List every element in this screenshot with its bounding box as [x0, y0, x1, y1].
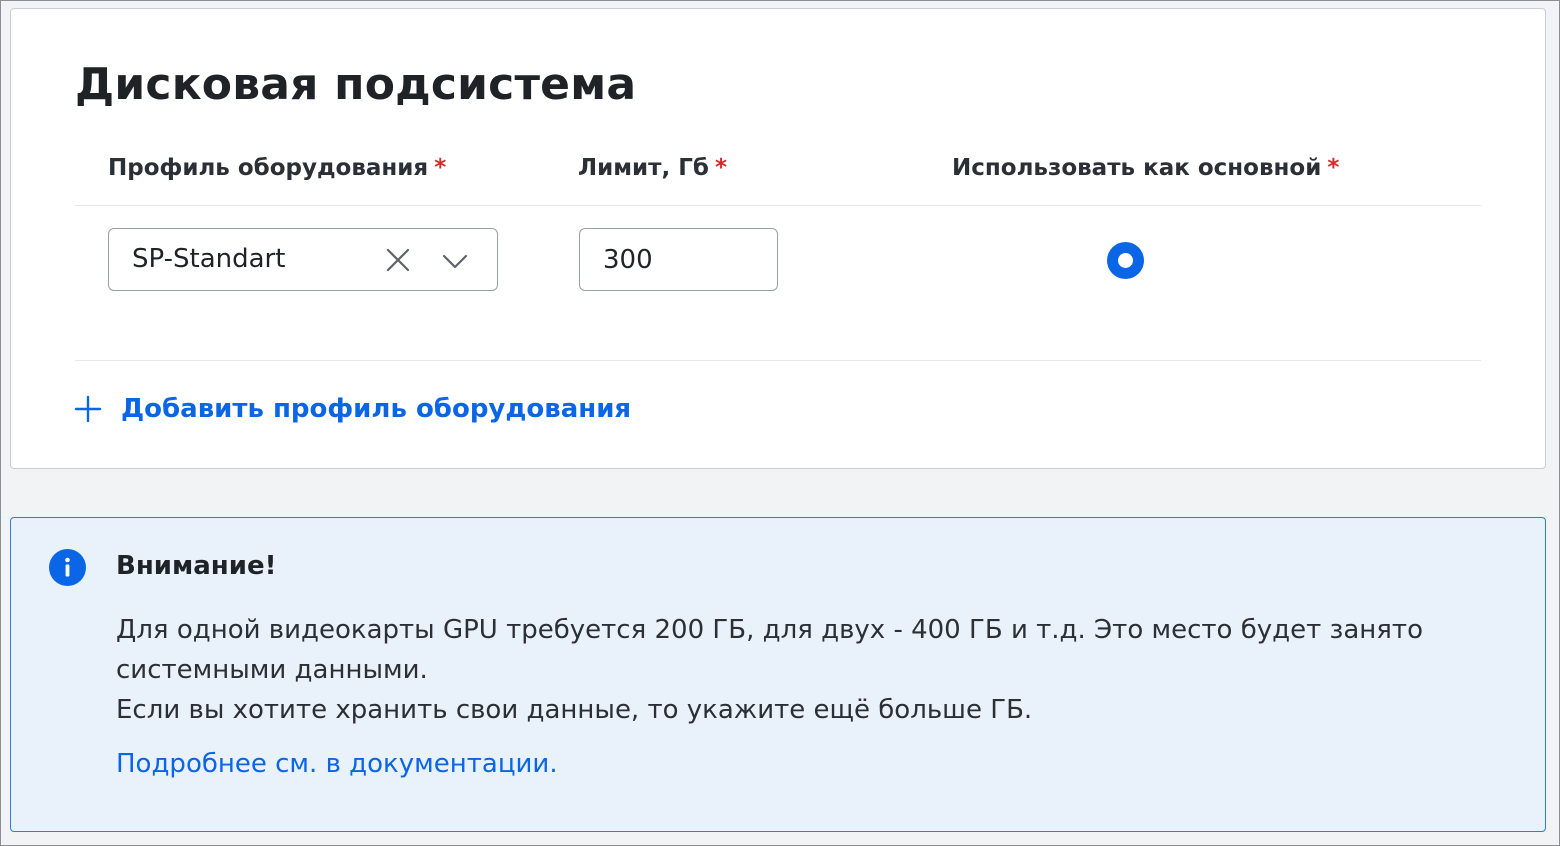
alert-title: Внимание! — [116, 551, 277, 581]
alert-text-line: Для одной видеокарты GPU требуется 200 Г… — [116, 615, 1423, 645]
chevron-down-icon[interactable] — [441, 247, 469, 275]
header-divider — [75, 205, 1481, 206]
section-title: Дисковая подсистема — [75, 59, 637, 110]
add-profile-button[interactable]: Добавить профиль оборудования — [73, 389, 631, 429]
radio-selected-dot — [1118, 253, 1133, 268]
limit-input[interactable] — [580, 229, 777, 290]
documentation-link[interactable]: Подробнее см. в документации. — [116, 749, 558, 779]
close-icon[interactable] — [384, 246, 412, 274]
required-marker: * — [1327, 155, 1340, 181]
primary-radio[interactable] — [1107, 242, 1144, 279]
column-header-primary: Использовать как основной * — [952, 155, 1339, 181]
row-divider — [75, 360, 1481, 361]
column-header-limit-label: Лимит, Гб — [578, 155, 709, 181]
hardware-profile-select[interactable]: SP-Standart — [108, 228, 498, 291]
column-header-profile: Профиль оборудования * — [108, 155, 446, 181]
column-header-limit: Лимит, Гб * — [578, 155, 727, 181]
hardware-profile-value: SP-Standart — [132, 244, 286, 274]
required-marker: * — [434, 155, 447, 181]
alert-text-line: Если вы хотите хранить свои данные, то у… — [116, 695, 1033, 725]
info-icon — [49, 549, 86, 586]
limit-field[interactable] — [579, 228, 778, 291]
add-profile-label: Добавить профиль оборудования — [121, 394, 632, 424]
alert-text-line: системными данными. — [116, 655, 428, 685]
attention-alert: Внимание! Для одной видеокарты GPU требу… — [10, 517, 1546, 832]
plus-icon — [74, 395, 102, 423]
disk-subsystem-card: Дисковая подсистема Профиль оборудования… — [10, 8, 1546, 469]
required-marker: * — [714, 155, 727, 181]
column-header-primary-label: Использовать как основной — [952, 155, 1322, 181]
column-header-profile-label: Профиль оборудования — [108, 155, 429, 181]
